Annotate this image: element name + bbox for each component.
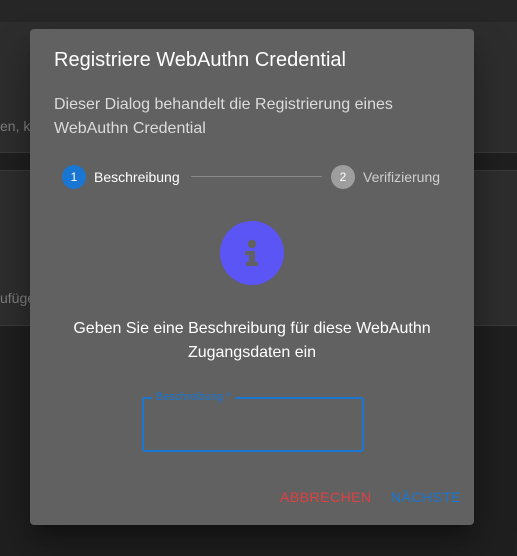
step-number: 2	[331, 165, 355, 189]
step-connector	[191, 176, 322, 177]
step-number: 1	[62, 165, 86, 189]
description-prompt: Geben Sie eine Beschreibung für diese We…	[73, 320, 431, 361]
description-input[interactable]	[144, 399, 362, 450]
dialog-title: Registriere WebAuthn Credential	[54, 49, 347, 71]
cancel-button[interactable]: ABBRECHEN	[280, 489, 372, 505]
step-label: Verifizierung	[363, 169, 441, 185]
background-topbar	[0, 0, 517, 22]
register-webauthn-dialog: Registriere WebAuthn Credential Dieser D…	[30, 29, 474, 525]
background-card-text: en, kl	[0, 118, 34, 134]
description-field: Beschreibung *	[142, 390, 364, 452]
dialog-description: Dieser Dialog behandelt die Registrierun…	[54, 96, 393, 137]
next-button[interactable]: NÄCHSTE	[391, 489, 461, 505]
step-description[interactable]: 1 Beschreibung	[62, 165, 180, 189]
step-verification[interactable]: 2 Verifizierung	[331, 165, 440, 189]
step-label: Beschreibung	[94, 169, 180, 185]
info-icon	[220, 221, 284, 285]
